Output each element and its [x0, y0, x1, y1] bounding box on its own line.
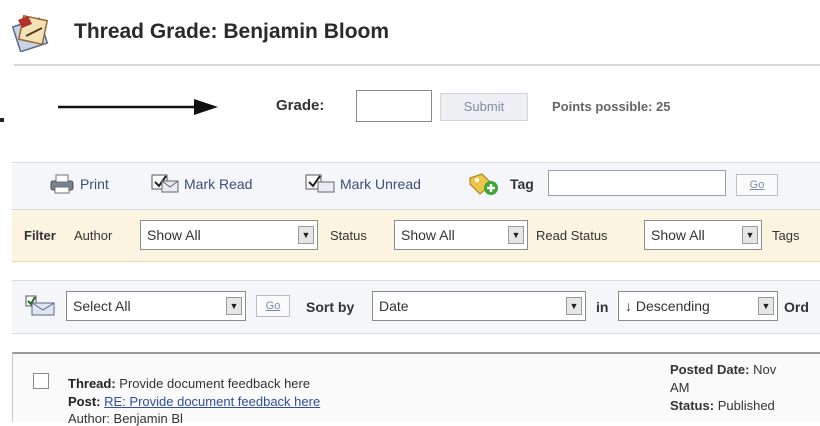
filter-label: Filter [24, 228, 56, 243]
post-label: Post: [68, 394, 101, 409]
grade-input[interactable] [356, 90, 432, 122]
read-status-select-value: Show All [651, 227, 705, 243]
status-label: Status [330, 228, 367, 243]
author-select-value: Show All [147, 227, 201, 243]
status-value: Published [717, 398, 775, 413]
status-line: Status: Published [670, 398, 775, 413]
print-icon[interactable] [48, 172, 76, 194]
chevron-down-icon: ▼ [226, 297, 242, 315]
read-status-label: Read Status [536, 228, 608, 243]
posted-date-value: Nov [753, 362, 777, 377]
select-all-icon[interactable] [24, 294, 58, 318]
tag-add-icon[interactable] [468, 172, 500, 195]
chevron-down-icon: ▼ [508, 226, 524, 244]
order-value: ↓ Descending [625, 298, 710, 314]
post-link[interactable]: RE: Provide document feedback here [104, 394, 320, 409]
chevron-down-icon: ▼ [298, 226, 314, 244]
header-divider [14, 64, 820, 66]
chevron-down-icon: ▼ [566, 297, 582, 315]
author-label: Author [74, 228, 113, 243]
mark-unread-link[interactable]: Mark Unread [340, 176, 421, 192]
page-title: Thread Grade: Benjamin Bloom [74, 20, 390, 43]
posted-date-label: Posted Date: [670, 362, 750, 377]
points-possible: Points possible: 25 [552, 99, 671, 114]
sort-by-select[interactable]: Date ▼ [372, 291, 586, 321]
grade-label: Grade: [276, 97, 325, 114]
arrow-right-icon [58, 96, 218, 118]
thread-value: Provide document feedback here [119, 376, 311, 391]
posted-date-line: Posted Date: Nov [670, 362, 776, 377]
tag-input[interactable] [548, 170, 726, 196]
select-all-dropdown[interactable]: Select All ▼ [66, 291, 246, 321]
thread-label: Thread: [68, 376, 116, 391]
read-status-select[interactable]: Show All ▼ [644, 220, 762, 250]
post-line: Post: RE: Provide document feedback here [68, 394, 320, 409]
order-label: Ord [784, 299, 809, 315]
author-select[interactable]: Show All ▼ [140, 220, 318, 250]
in-label: in [596, 299, 609, 315]
tags-label: Tags [772, 228, 800, 243]
thread-checkbox[interactable] [33, 373, 49, 389]
mark-read-icon[interactable] [150, 172, 180, 194]
tag-go-button[interactable]: Go [736, 174, 778, 196]
mark-read-link[interactable]: Mark Read [184, 176, 252, 192]
mark-unread-icon[interactable] [304, 172, 336, 194]
tag-label: Tag [510, 176, 534, 192]
status-label: Status: [670, 398, 715, 413]
submit-button[interactable]: Submit [440, 93, 528, 121]
status-select-value: Show All [401, 227, 455, 243]
print-link[interactable]: Print [80, 176, 109, 192]
thread-title-line: Thread: Provide document feedback here [68, 376, 310, 391]
bullet-dot [0, 118, 4, 122]
chevron-down-icon: ▼ [758, 297, 774, 315]
sort-by-label: Sort by [306, 299, 355, 315]
select-all-value: Select All [73, 298, 131, 314]
chevron-down-icon: ▼ [742, 226, 758, 244]
order-select[interactable]: ↓ Descending ▼ [618, 291, 778, 321]
select-go-button[interactable]: Go [256, 295, 290, 317]
sort-by-value: Date [379, 298, 409, 314]
status-select[interactable]: Show All ▼ [394, 220, 528, 250]
posted-time: AM [670, 380, 690, 395]
author-line: Author: Benjamin Bl [68, 411, 183, 426]
grade-book-icon [11, 14, 52, 53]
